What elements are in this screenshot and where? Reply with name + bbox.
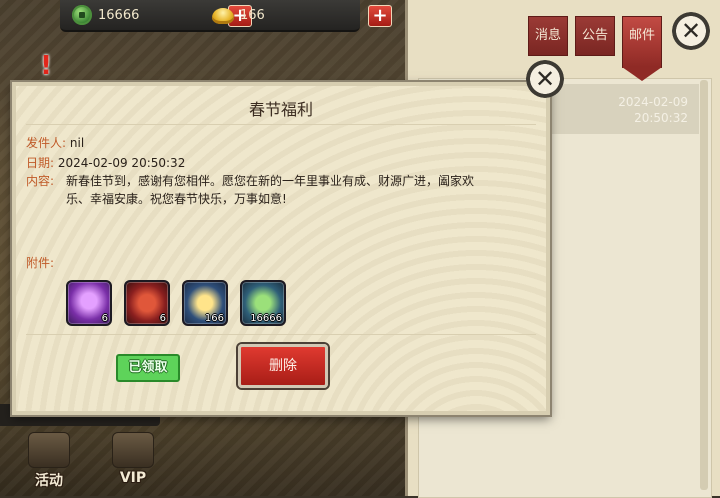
jade-coin-icon	[72, 5, 92, 25]
panel-close-icon[interactable]: ✕	[672, 12, 710, 50]
gold-ingot-icon[interactable]: 166	[182, 280, 228, 326]
item-count: 166	[204, 313, 224, 324]
item-count: 6	[159, 313, 166, 324]
gold-resource: 166	[212, 4, 265, 26]
mail-detail-dialog: 春节福利 发件人: nil 日期: 2024-02-09 20:50:32 内容…	[12, 82, 550, 415]
title-divider	[26, 124, 536, 125]
delete-button[interactable]: 删除	[238, 344, 328, 388]
attachments-row: 附件:	[26, 254, 54, 271]
item-count: 16666	[250, 313, 282, 324]
vip-label: VIP	[119, 470, 147, 486]
jade-coin-icon[interactable]: 16666	[240, 280, 286, 326]
sender-row: 发件人: nil	[26, 134, 84, 151]
content-value: 新春佳节到，感谢有您相伴。愿您在新的一年里事业有成、财源广进，阖家欢乐、幸福安康…	[66, 174, 475, 206]
gold-ingot-icon	[212, 8, 234, 24]
content-label: 内容:	[26, 174, 55, 188]
tab-mail[interactable]: 邮件	[622, 16, 662, 81]
scroll-icon[interactable]: 6	[66, 280, 112, 326]
sender-value: nil	[69, 136, 85, 150]
sender-label: 发件人:	[26, 136, 67, 150]
mail-item-timestamp: 2024-02-09 20:50:32	[598, 94, 688, 126]
vip-button[interactable]: VIP	[108, 432, 158, 488]
mail-list-scrollbar[interactable]	[700, 80, 708, 490]
jade-amount: 16666	[98, 7, 140, 23]
jade-resource: 16666	[72, 4, 139, 26]
firecracker-icon[interactable]: 6	[124, 280, 170, 326]
item-count: 6	[101, 313, 108, 324]
dialog-close-icon[interactable]: ✕	[526, 60, 564, 98]
activity-icon	[28, 432, 70, 468]
attachments-label: 附件:	[26, 256, 55, 270]
date-value: 2024-02-09 20:50:32	[57, 156, 186, 170]
mail-item-date: 2024-02-09	[618, 95, 688, 109]
claimed-stamp: 已领取	[116, 354, 180, 382]
tab-messages[interactable]: 消息	[528, 16, 568, 56]
mail-item-time: 20:50:32	[634, 111, 688, 125]
dialog-title: 春节福利	[248, 100, 313, 119]
resource-bar: 16666 + 166 +	[60, 0, 392, 32]
footer-divider	[26, 334, 536, 335]
gold-amount: 166	[240, 7, 265, 23]
vip-icon	[112, 432, 154, 468]
add-gold-button[interactable]: +	[368, 5, 392, 27]
date-label: 日期:	[26, 156, 55, 170]
tab-announcements[interactable]: 公告	[575, 16, 615, 56]
activity-label: 活动	[35, 473, 63, 489]
activity-button[interactable]: 活动	[24, 432, 74, 489]
date-row: 日期: 2024-02-09 20:50:32	[26, 154, 185, 171]
alert-icon[interactable]: !	[38, 52, 54, 80]
